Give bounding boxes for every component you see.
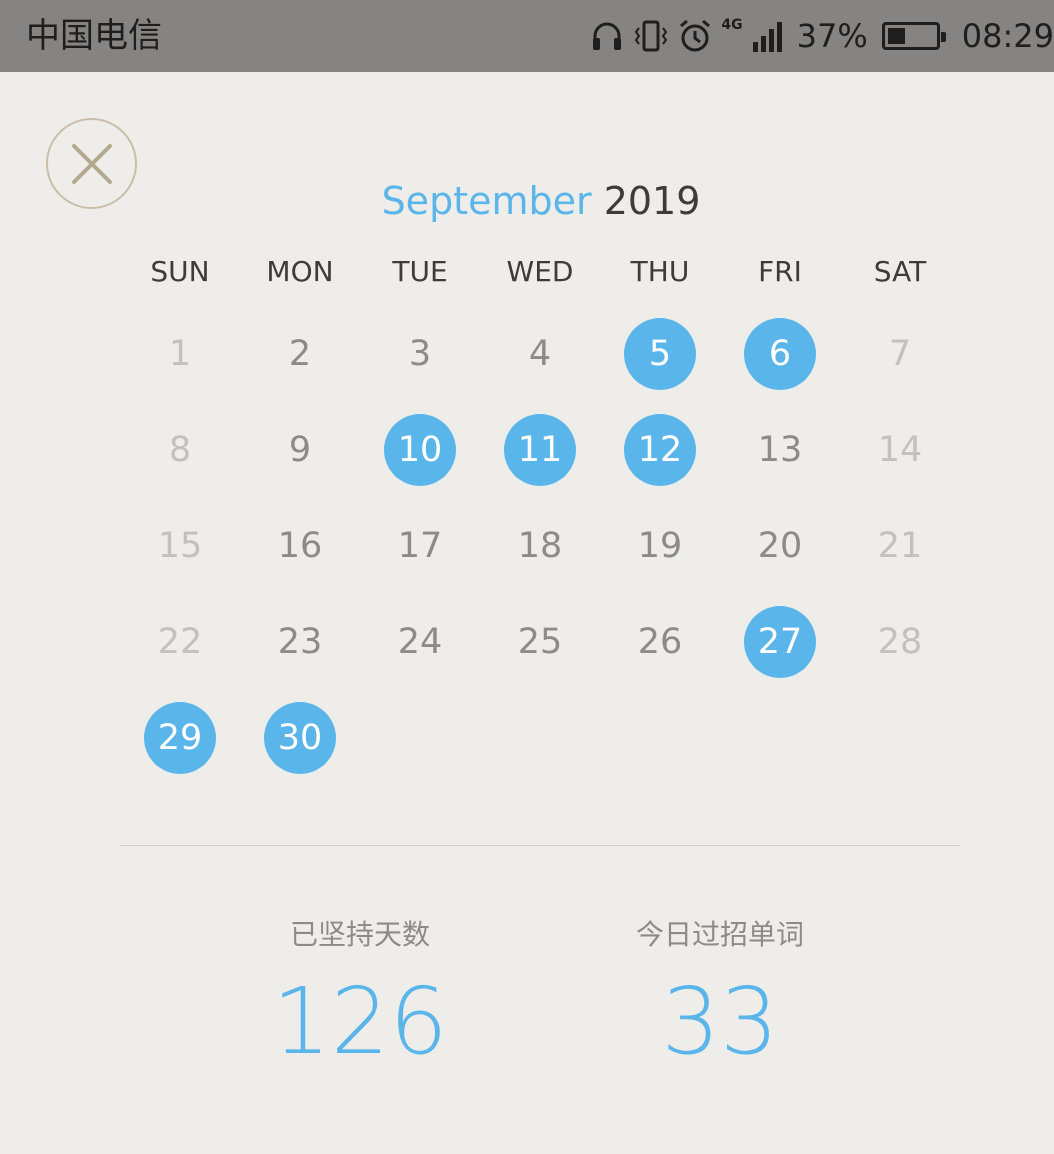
battery-icon: [881, 22, 946, 50]
calendar-day-7[interactable]: 7: [864, 318, 936, 390]
calendar-day-30[interactable]: 30: [264, 702, 336, 774]
calendar-day-14[interactable]: 14: [864, 414, 936, 486]
calendar-day-9[interactable]: 9: [264, 414, 336, 486]
calendar-day-4[interactable]: 4: [504, 318, 576, 390]
weekday-fri: FRI: [758, 255, 802, 288]
calendar-day-20[interactable]: 20: [744, 510, 816, 582]
status-bar: 中国电信 4G 37% 08:29: [0, 0, 1054, 72]
calendar-day-6[interactable]: 6: [744, 318, 816, 390]
vibrate-icon: [635, 20, 668, 52]
calendar-day-19[interactable]: 19: [624, 510, 696, 582]
signal-icon: [752, 22, 782, 52]
calendar-grid: 1 2 3 4 5 6 7 8 9 10 11 12 13 14 15 16 17 18 19 20 21 22 23 24 2…: [120, 306, 960, 786]
weekday-header: SUN MON TUE WED THU FRI SAT: [120, 250, 960, 294]
calendar-title: September 2019: [0, 176, 1054, 226]
month-name: September: [381, 179, 592, 223]
network-type-label: 4G: [721, 17, 743, 33]
days-persisted-label: 已坚持天数: [289, 918, 430, 951]
weekday-mon: MON: [266, 255, 334, 288]
calendar-day-26[interactable]: 26: [624, 606, 696, 678]
days-persisted-stat: 已坚持天数 126: [180, 910, 540, 1084]
clock-time: 08:29: [961, 17, 1054, 55]
calendar-day-11[interactable]: 11: [504, 414, 576, 486]
calendar-day-22[interactable]: 22: [144, 606, 216, 678]
calendar-day-1[interactable]: 1: [144, 318, 216, 390]
words-today-label: 今日过招单词: [635, 918, 804, 951]
calendar-day-3[interactable]: 3: [384, 318, 456, 390]
headphones-icon: [593, 22, 622, 50]
calendar-day-24[interactable]: 24: [384, 606, 456, 678]
calendar-day-25[interactable]: 25: [504, 606, 576, 678]
calendar-day-8[interactable]: 8: [144, 414, 216, 486]
weekday-sat: SAT: [873, 255, 927, 288]
weekday-tue: TUE: [392, 255, 448, 288]
calendar-day-27[interactable]: 27: [744, 606, 816, 678]
calendar-day-18[interactable]: 18: [504, 510, 576, 582]
calendar-day-17[interactable]: 17: [384, 510, 456, 582]
calendar-day-28[interactable]: 28: [864, 606, 936, 678]
words-today-value: 33: [661, 968, 779, 1075]
calendar-day-10[interactable]: 10: [384, 414, 456, 486]
calendar-day-29[interactable]: 29: [144, 702, 216, 774]
days-persisted-value: 126: [272, 968, 448, 1075]
calendar-day-15[interactable]: 15: [144, 510, 216, 582]
calendar-day-13[interactable]: 13: [744, 414, 816, 486]
battery-fill: [887, 28, 905, 44]
year: 2019: [603, 179, 701, 223]
alarm-icon: [680, 19, 711, 52]
calendar-day-23[interactable]: 23: [264, 606, 336, 678]
divider: [120, 845, 960, 846]
carrier-name: 中国电信: [26, 16, 162, 56]
calendar-day-21[interactable]: 21: [864, 510, 936, 582]
calendar-day-12[interactable]: 12: [624, 414, 696, 486]
words-today-stat: 今日过招单词 33: [540, 910, 900, 1084]
weekday-thu: THU: [630, 255, 690, 288]
status-icons: 4G 37% 08:29: [589, 14, 1054, 58]
calendar-day-2[interactable]: 2: [264, 318, 336, 390]
battery-percent: 37%: [796, 17, 868, 55]
calendar-day-5[interactable]: 5: [624, 318, 696, 390]
weekday-wed: WED: [506, 255, 574, 288]
weekday-sun: SUN: [150, 255, 210, 288]
calendar-day-16[interactable]: 16: [264, 510, 336, 582]
